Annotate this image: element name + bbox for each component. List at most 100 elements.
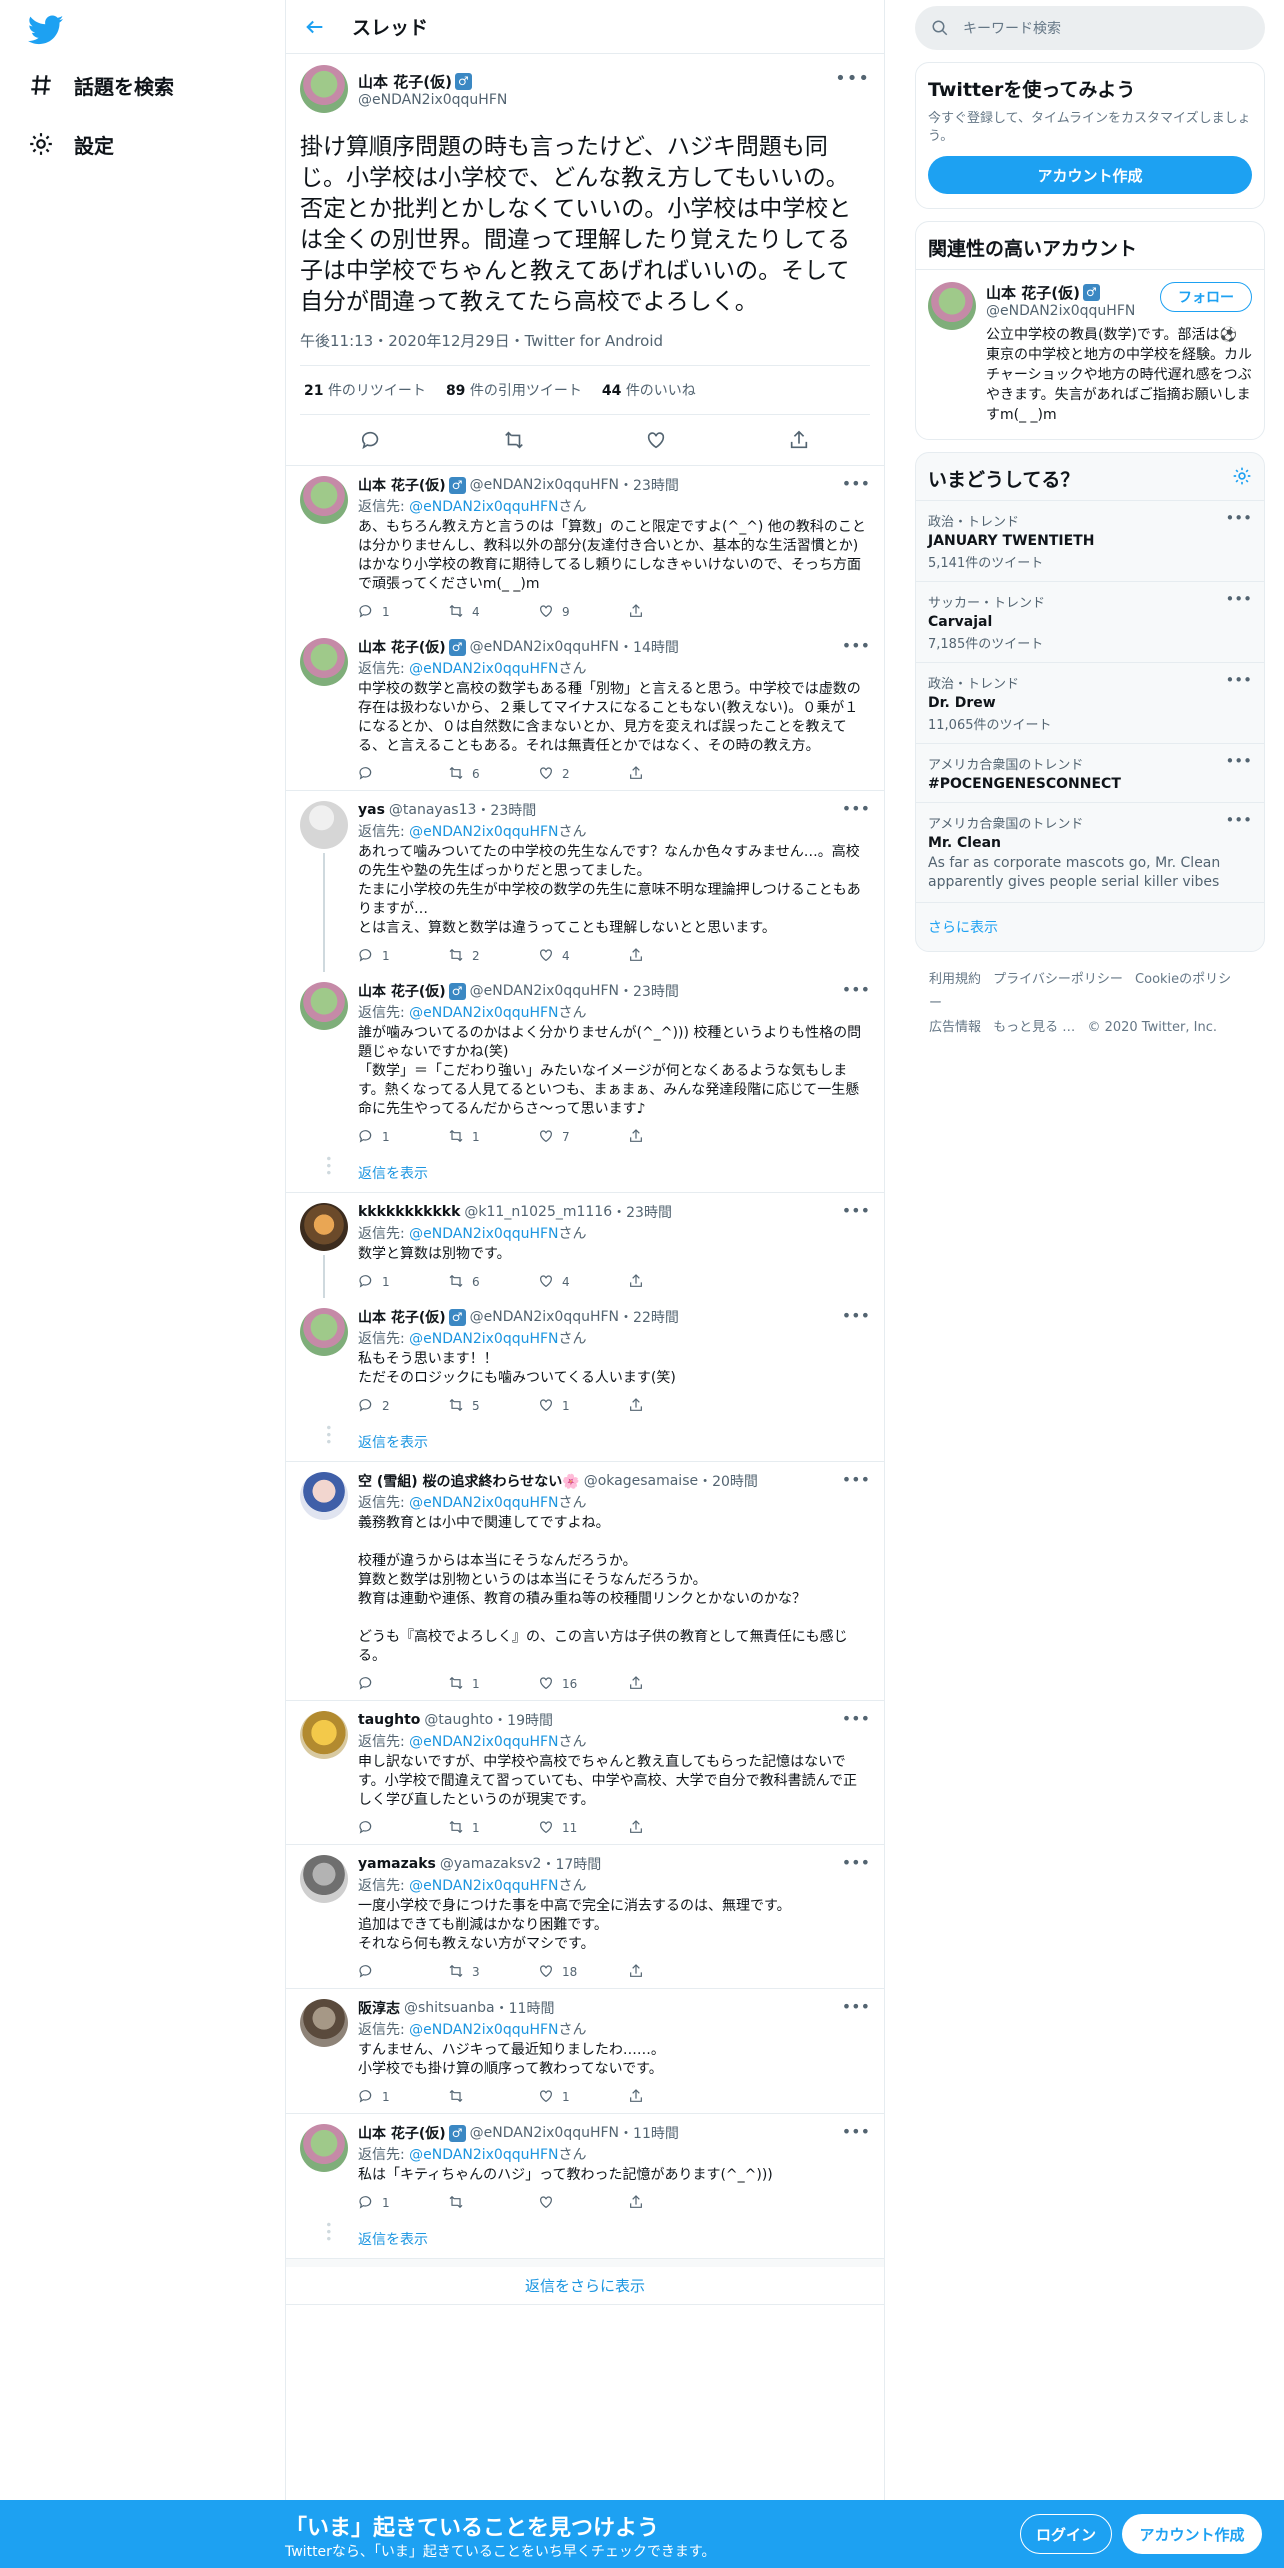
tweet-time[interactable]: ・11時間 (495, 1998, 555, 2018)
share-button[interactable] (628, 1397, 718, 1416)
trend-item[interactable]: ••• アメリカ合衆国のトレンド Mr. Clean As far as corpor… (916, 802, 1264, 902)
footer-privacy[interactable]: プライバシーポリシー (993, 972, 1123, 987)
show-replies-link[interactable]: ••• 返信を表示 (286, 1422, 884, 1462)
more-options-icon[interactable]: ••• (842, 1997, 870, 2016)
more-options-icon[interactable]: ••• (1225, 671, 1252, 689)
author-handle[interactable]: @eNDAN2ix0qquHFN (358, 92, 507, 108)
more-options-icon[interactable]: ••• (842, 799, 870, 818)
tweet-time[interactable]: ・20時間 (698, 1471, 758, 1491)
share-button[interactable] (628, 1128, 718, 1147)
create-account-button[interactable]: アカウント作成 (928, 156, 1252, 194)
reply-to-link[interactable]: @eNDAN2ix0qquHFN (409, 824, 558, 840)
nav-explore[interactable]: 話題を検索 (26, 63, 174, 107)
like-button[interactable] (538, 2194, 628, 2213)
tweet-time[interactable]: ・23時間 (612, 1202, 672, 1222)
reply-button[interactable] (358, 1963, 448, 1982)
retweet-button[interactable]: 3 (448, 1963, 538, 1982)
tweet-time[interactable]: ・23時間 (619, 475, 679, 495)
more-options-icon[interactable]: ••• (842, 2122, 870, 2141)
avatar[interactable] (300, 1999, 348, 2047)
like-button[interactable]: 16 (538, 1675, 628, 1694)
nav-settings[interactable]: 設定 (26, 122, 114, 166)
author-handle[interactable]: @eNDAN2ix0qquHFN (470, 1309, 619, 1325)
tweet-time[interactable]: ・14時間 (619, 637, 679, 657)
author-handle[interactable]: @tanayas13 (389, 802, 477, 818)
avatar[interactable] (300, 982, 348, 1030)
tweet-time[interactable]: ・17時間 (541, 1854, 601, 1874)
reply-button[interactable]: 1 (358, 2088, 448, 2107)
author-handle[interactable]: @eNDAN2ix0qquHFN (470, 2125, 619, 2141)
avatar[interactable] (300, 1203, 348, 1251)
retweet-button[interactable]: 6 (448, 765, 538, 784)
share-button[interactable] (628, 765, 718, 784)
more-options-icon[interactable]: ••• (842, 1201, 870, 1220)
author-name[interactable]: 山本 花子(仮) ♂ (358, 475, 466, 495)
signup-button[interactable]: アカウント作成 (1122, 2514, 1262, 2554)
quote-count[interactable]: 89 件の引用ツイート (446, 380, 582, 400)
share-button[interactable] (628, 1273, 718, 1292)
retweet-button[interactable]: 6 (448, 1273, 538, 1292)
avatar[interactable] (300, 1711, 348, 1759)
reply-to-link[interactable]: @eNDAN2ix0qquHFN (409, 1005, 558, 1021)
trends-show-more[interactable]: さらに表示 (916, 902, 1264, 951)
more-options-icon[interactable]: ••• (1225, 509, 1252, 527)
share-button[interactable] (628, 1819, 718, 1838)
author-name[interactable]: yas (358, 802, 385, 818)
retweet-button[interactable]: 5 (448, 1397, 538, 1416)
reply-tweet[interactable]: ••• 阪淳志 @shitsuanba ・11時間 返信先: @eNDAN2ix0qqu… (286, 1989, 884, 2114)
reply-to-link[interactable]: @eNDAN2ix0qquHFN (409, 1734, 558, 1750)
like-icon[interactable] (644, 428, 668, 452)
footer-more[interactable]: もっと見る … (993, 1020, 1075, 1035)
retweet-button[interactable]: 1 (448, 1128, 538, 1147)
like-button[interactable]: 1 (538, 2088, 628, 2107)
reply-to-link[interactable]: @eNDAN2ix0qquHFN (409, 499, 558, 515)
more-options-icon[interactable]: ••• (842, 1306, 870, 1325)
avatar[interactable] (300, 1308, 348, 1356)
show-more-replies-link[interactable]: 返信をさらに表示 (286, 2259, 884, 2305)
avatar[interactable] (300, 2124, 348, 2172)
share-button[interactable] (628, 947, 718, 966)
avatar[interactable] (300, 1472, 348, 1520)
more-options-icon[interactable]: ••• (835, 68, 870, 89)
back-arrow-icon[interactable] (300, 12, 330, 42)
like-button[interactable]: 7 (538, 1128, 628, 1147)
reply-button[interactable]: 2 (358, 1397, 448, 1416)
retweet-button[interactable]: 1 (448, 1675, 538, 1694)
reply-button[interactable]: 1 (358, 1273, 448, 1292)
reply-to-link[interactable]: @eNDAN2ix0qquHFN (409, 2022, 558, 2038)
retweet-icon[interactable] (502, 428, 526, 452)
footer-ads[interactable]: 広告情報 (929, 1020, 981, 1035)
like-button[interactable]: 18 (538, 1963, 628, 1982)
trend-item[interactable]: ••• アメリカ合衆国のトレンド #POCENGENESCONNECT (916, 743, 1264, 802)
tweet-time[interactable]: ・19時間 (493, 1710, 553, 1730)
show-replies-link[interactable]: ••• 返信を表示 (286, 2219, 884, 2259)
reply-tweet[interactable]: ••• yas @tanayas13 ・23時間 返信先: @eNDAN2ix0qquH… (286, 791, 884, 972)
reply-button[interactable] (358, 1819, 448, 1838)
author-name[interactable]: 山本 花子(仮) ♂ (358, 2123, 466, 2143)
retweet-button[interactable]: 1 (448, 1819, 538, 1838)
share-button[interactable] (628, 1963, 718, 1982)
author-handle[interactable]: @eNDAN2ix0qquHFN (470, 639, 619, 655)
like-count[interactable]: 44 件のいいね (602, 380, 696, 400)
author-handle[interactable]: @yamazaksv2 (440, 1856, 542, 1872)
reply-tweet[interactable]: ••• kkkkkkkkkkk @k11_n1025_m1116 ・23時間 返信先: … (286, 1193, 884, 1298)
reply-to-link[interactable]: @eNDAN2ix0qquHFN (409, 1878, 558, 1894)
author-handle[interactable]: @taughto (424, 1712, 493, 1728)
like-button[interactable]: 4 (538, 947, 628, 966)
retweet-button[interactable] (448, 2194, 538, 2213)
reply-tweet[interactable]: ••• 山本 花子(仮) ♂ @eNDAN2ix0qquHFN ・23時間 返信先: @e… (286, 466, 884, 628)
author-handle[interactable]: @eNDAN2ix0qquHFN (470, 477, 619, 493)
trend-item[interactable]: ••• 政治・トレンド Dr. Drew 11,065件のツイート (916, 662, 1264, 743)
share-icon[interactable] (787, 428, 811, 452)
tweet-time[interactable]: ・23時間 (476, 800, 536, 820)
trend-item[interactable]: ••• サッカー・トレンド Carvajal 7,185件のツイート (916, 581, 1264, 662)
more-options-icon[interactable]: ••• (842, 1853, 870, 1872)
share-button[interactable] (628, 2194, 718, 2213)
gear-icon[interactable] (1232, 466, 1252, 491)
author-name[interactable]: yamazaks (358, 1856, 436, 1872)
reply-tweet[interactable]: ••• 山本 花子(仮) ♂ @eNDAN2ix0qquHFN ・22時間 返信先: @e… (286, 1298, 884, 1422)
avatar[interactable] (300, 1855, 348, 1903)
tweet-time[interactable]: ・23時間 (619, 981, 679, 1001)
author-name[interactable]: 山本 花子(仮) ♂ (358, 981, 466, 1001)
twitter-logo-icon[interactable] (27, 12, 64, 48)
